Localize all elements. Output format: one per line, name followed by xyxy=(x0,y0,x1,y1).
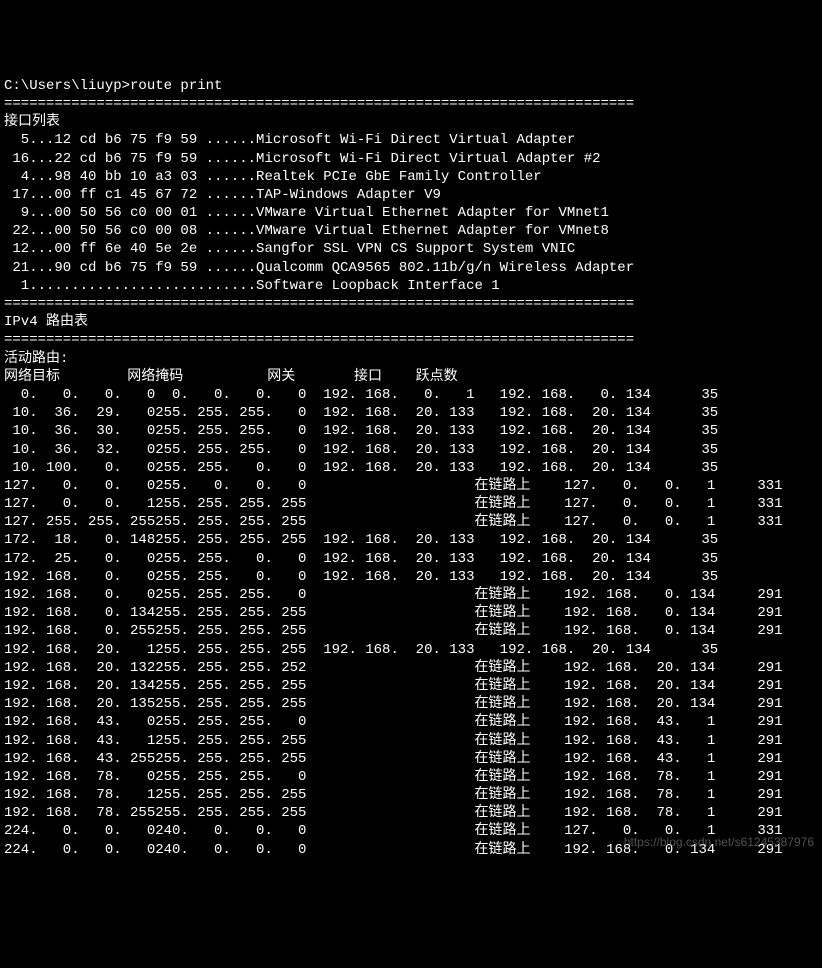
terminal-line: ========================================… xyxy=(4,95,818,113)
terminal-line: 活动路由: xyxy=(4,350,818,368)
terminal-line: 192. 168. 20. 135255. 255. 255. 255 在链路上… xyxy=(4,695,818,713)
terminal-line: 192. 168. 20. 1255. 255. 255. 255 192. 1… xyxy=(4,641,818,659)
terminal-line: 22...00 50 56 c0 00 08 ......VMware Virt… xyxy=(4,222,818,240)
terminal-line: 172. 25. 0. 0255. 255. 0. 0 192. 168. 20… xyxy=(4,550,818,568)
terminal-line: 192. 168. 43. 1255. 255. 255. 255 在链路上 1… xyxy=(4,732,818,750)
terminal-line: 192. 168. 0. 134255. 255. 255. 255 在链路上 … xyxy=(4,604,818,622)
terminal-line: 21...90 cd b6 75 f9 59 ......Qualcomm QC… xyxy=(4,259,818,277)
terminal-line: 192. 168. 43. 0255. 255. 255. 0 在链路上 192… xyxy=(4,713,818,731)
terminal-line: 1...........................Software Loo… xyxy=(4,277,818,295)
terminal-line: 0. 0. 0. 0 0. 0. 0. 0 192. 168. 0. 1 192… xyxy=(4,386,818,404)
terminal-line: 9...00 50 56 c0 00 01 ......VMware Virtu… xyxy=(4,204,818,222)
terminal-line: 10. 36. 32. 0255. 255. 255. 0 192. 168. … xyxy=(4,441,818,459)
terminal-line: 192. 168. 20. 132255. 255. 255. 252 在链路上… xyxy=(4,659,818,677)
terminal-line: 17...00 ff c1 45 67 72 ......TAP-Windows… xyxy=(4,186,818,204)
terminal-line: 网络目标 网络掩码 网关 接口 跃点数 xyxy=(4,368,818,386)
terminal-line: 10. 36. 29. 0255. 255. 255. 0 192. 168. … xyxy=(4,404,818,422)
terminal-line: 192. 168. 78. 0255. 255. 255. 0 在链路上 192… xyxy=(4,768,818,786)
terminal-line: IPv4 路由表 xyxy=(4,313,818,331)
terminal-line: 10. 36. 30. 0255. 255. 255. 0 192. 168. … xyxy=(4,422,818,440)
terminal-line: ========================================… xyxy=(4,331,818,349)
terminal-line: 5...12 cd b6 75 f9 59 ......Microsoft Wi… xyxy=(4,131,818,149)
terminal-line: C:\Users\liuyp>route print xyxy=(4,77,818,95)
terminal-line: 4...98 40 bb 10 a3 03 ......Realtek PCIe… xyxy=(4,168,818,186)
terminal-line: 192. 168. 43. 255255. 255. 255. 255 在链路上… xyxy=(4,750,818,768)
terminal-line: 16...22 cd b6 75 f9 59 ......Microsoft W… xyxy=(4,150,818,168)
terminal-line: ========================================… xyxy=(4,295,818,313)
terminal-line: 192. 168. 0. 255255. 255. 255. 255 在链路上 … xyxy=(4,622,818,640)
terminal-line: 127. 0. 0. 1255. 255. 255. 255 在链路上 127.… xyxy=(4,495,818,513)
terminal-line: 12...00 ff 6e 40 5e 2e ......Sangfor SSL… xyxy=(4,240,818,258)
terminal-line: 192. 168. 78. 1255. 255. 255. 255 在链路上 1… xyxy=(4,786,818,804)
terminal-line: 192. 168. 20. 134255. 255. 255. 255 在链路上… xyxy=(4,677,818,695)
terminal-line: 192. 168. 78. 255255. 255. 255. 255 在链路上… xyxy=(4,804,818,822)
terminal-line: 192. 168. 0. 0255. 255. 255. 0 在链路上 192.… xyxy=(4,586,818,604)
terminal-line: 接口列表 xyxy=(4,113,818,131)
terminal-output: C:\Users\liuyp>route print==============… xyxy=(4,77,818,859)
terminal-line: 127. 0. 0. 0255. 0. 0. 0 在链路上 127. 0. 0.… xyxy=(4,477,818,495)
terminal-line: 10. 100. 0. 0255. 255. 0. 0 192. 168. 20… xyxy=(4,459,818,477)
watermark: https://blog.csdn.net/s61245387976 xyxy=(624,835,814,851)
terminal-line: 172. 18. 0. 148255. 255. 255. 255 192. 1… xyxy=(4,531,818,549)
terminal-line: 127. 255. 255. 255255. 255. 255. 255 在链路… xyxy=(4,513,818,531)
terminal-line: 192. 168. 0. 0255. 255. 0. 0 192. 168. 2… xyxy=(4,568,818,586)
